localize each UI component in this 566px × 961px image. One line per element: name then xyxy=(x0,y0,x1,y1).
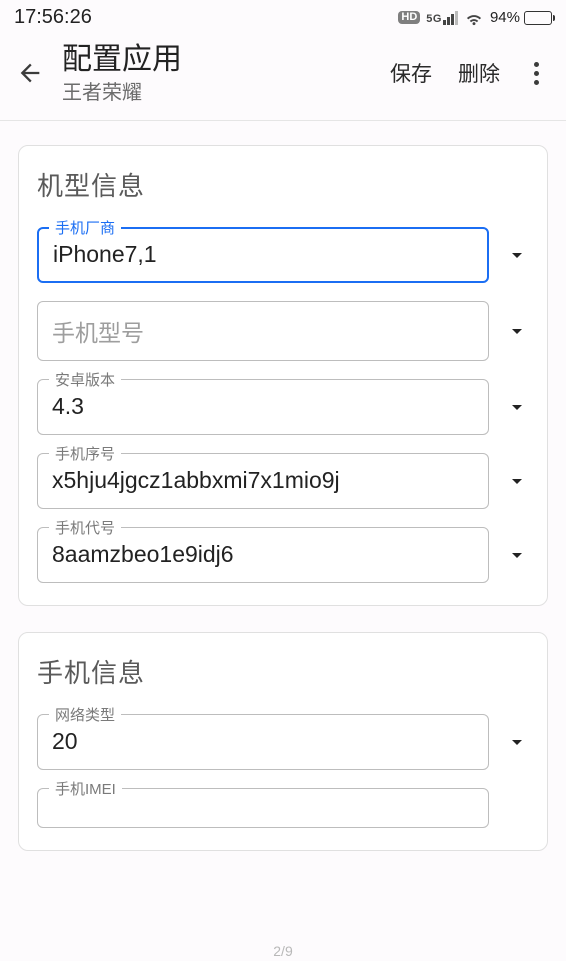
codename-label: 手机代号 xyxy=(49,517,121,538)
imei-label: 手机IMEI xyxy=(49,778,122,799)
status-time: 17:56:26 xyxy=(14,6,92,29)
device-info-card: 机型信息 手机厂商 iPhone7,1 手机型号 安卓版本 4.3 xyxy=(18,145,548,606)
model-dropdown-icon[interactable] xyxy=(505,319,529,343)
codename-field[interactable]: 手机代号 8aamzbeo1e9idj6 xyxy=(37,527,489,583)
hd-badge: HD xyxy=(398,11,420,24)
overflow-menu-button[interactable] xyxy=(522,62,550,85)
manufacturer-label: 手机厂商 xyxy=(49,217,121,238)
battery-indicator: 94% xyxy=(490,9,552,26)
save-button[interactable]: 保存 xyxy=(386,52,436,94)
serial-label: 手机序号 xyxy=(49,443,121,464)
page-title: 配置应用 xyxy=(62,41,368,79)
battery-icon xyxy=(524,11,552,25)
nettype-label: 网络类型 xyxy=(49,704,121,725)
codename-dropdown-icon[interactable] xyxy=(505,543,529,567)
serial-field[interactable]: 手机序号 x5hju4jgcz1abbxmi7x1mio9j xyxy=(37,453,489,509)
status-bar: 17:56:26 HD 5G 94% xyxy=(0,0,566,31)
page-indicator: 2/9 xyxy=(273,943,292,959)
app-bar: 配置应用 王者荣耀 保存 删除 xyxy=(0,31,566,121)
manufacturer-field[interactable]: 手机厂商 iPhone7,1 xyxy=(37,227,489,283)
battery-percent: 94% xyxy=(490,9,520,26)
android-dropdown-icon[interactable] xyxy=(505,395,529,419)
model-field[interactable]: 手机型号 xyxy=(37,301,489,361)
android-label: 安卓版本 xyxy=(49,369,121,390)
status-right: HD 5G 94% xyxy=(398,9,552,26)
android-field[interactable]: 安卓版本 4.3 xyxy=(37,379,489,435)
serial-dropdown-icon[interactable] xyxy=(505,469,529,493)
nettype-field[interactable]: 网络类型 20 xyxy=(37,714,489,770)
device-info-heading: 机型信息 xyxy=(37,166,529,203)
imei-field[interactable]: 手机IMEI xyxy=(37,788,489,828)
delete-button[interactable]: 删除 xyxy=(454,52,504,94)
content: 机型信息 手机厂商 iPhone7,1 手机型号 安卓版本 4.3 xyxy=(0,121,566,875)
model-placeholder[interactable]: 手机型号 xyxy=(37,301,489,361)
phone-info-card: 手机信息 网络类型 20 手机IMEI xyxy=(18,632,548,851)
wifi-icon xyxy=(464,10,484,26)
phone-info-heading: 手机信息 xyxy=(37,653,529,690)
nettype-dropdown-icon[interactable] xyxy=(505,730,529,754)
page-subtitle: 王者荣耀 xyxy=(62,81,368,106)
signal-bars-icon xyxy=(443,11,458,25)
back-button[interactable] xyxy=(16,59,44,87)
signal-5g-icon: 5G xyxy=(426,11,458,25)
manufacturer-dropdown-icon[interactable] xyxy=(505,243,529,267)
